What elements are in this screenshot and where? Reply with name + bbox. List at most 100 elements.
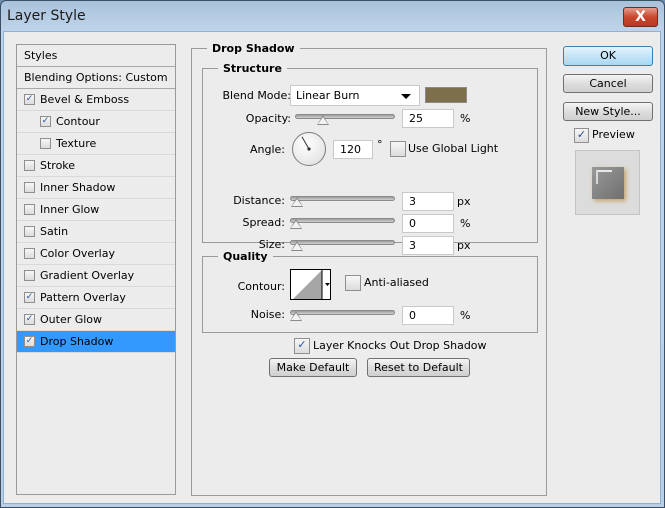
shadow-color-swatch[interactable] bbox=[425, 87, 467, 103]
opacity-label: Opacity: bbox=[245, 112, 291, 125]
quality-group: Quality Contour: Anti-aliased Noise: 0 % bbox=[202, 250, 538, 333]
use-global-light-checkbox[interactable] bbox=[390, 141, 406, 157]
noise-unit: % bbox=[460, 309, 471, 322]
slider-thumb[interactable] bbox=[317, 115, 329, 125]
style-item[interactable]: ✓ Outer Glow bbox=[17, 309, 175, 331]
style-checkbox[interactable] bbox=[24, 182, 35, 193]
dialog-title: Layer Style bbox=[7, 8, 86, 24]
preview-label: Preview bbox=[592, 128, 635, 141]
slider-thumb[interactable] bbox=[290, 311, 302, 321]
size-unit: px bbox=[457, 239, 471, 252]
style-item-label: Drop Shadow bbox=[40, 335, 114, 348]
slider-thumb[interactable] bbox=[291, 197, 304, 207]
size-slider[interactable] bbox=[290, 235, 395, 253]
style-checkbox[interactable] bbox=[24, 204, 35, 215]
distance-label: Distance: bbox=[233, 194, 285, 207]
style-checkbox[interactable]: ✓ bbox=[24, 314, 35, 325]
contour-label: Contour: bbox=[237, 280, 285, 293]
spread-slider[interactable] bbox=[290, 213, 395, 231]
close-icon: X bbox=[635, 9, 646, 25]
anti-aliased-checkbox[interactable] bbox=[345, 275, 361, 291]
contour-picker[interactable] bbox=[290, 269, 331, 300]
noise-slider[interactable] bbox=[290, 305, 395, 323]
angle-input[interactable]: 120 bbox=[333, 140, 373, 159]
spread-input[interactable]: 0 bbox=[402, 214, 454, 233]
style-item[interactable]: Texture bbox=[17, 133, 175, 155]
angle-dial[interactable] bbox=[292, 132, 326, 166]
make-default-button[interactable]: Make Default bbox=[269, 358, 357, 377]
style-item[interactable]: ✓ Bevel & Emboss bbox=[17, 89, 175, 111]
style-item-label: Inner Shadow bbox=[40, 181, 116, 194]
slider-thumb[interactable] bbox=[290, 219, 302, 229]
style-checkbox[interactable] bbox=[24, 248, 35, 259]
styles-header[interactable]: Styles bbox=[17, 45, 175, 67]
opacity-slider[interactable] bbox=[295, 109, 395, 127]
dialog-body: Styles Blending Options: Custom ✓ Bevel &… bbox=[3, 31, 661, 504]
distance-unit: px bbox=[457, 195, 471, 208]
style-item[interactable]: Inner Shadow bbox=[17, 177, 175, 199]
slider-track bbox=[295, 114, 395, 119]
style-checkbox[interactable]: ✓ bbox=[24, 336, 35, 347]
size-input[interactable]: 3 bbox=[402, 236, 454, 255]
style-item-label: Stroke bbox=[40, 159, 76, 172]
styles-header-label: Styles bbox=[24, 49, 58, 62]
style-item-label: Color Overlay bbox=[40, 247, 115, 260]
cancel-button[interactable]: Cancel bbox=[563, 74, 653, 93]
style-item-label: Gradient Overlay bbox=[40, 269, 135, 282]
reset-to-default-button[interactable]: Reset to Default bbox=[367, 358, 470, 377]
style-item-label: Outer Glow bbox=[40, 313, 103, 326]
layer-knocks-out-label: Layer Knocks Out Drop Shadow bbox=[313, 339, 487, 352]
anti-aliased-label: Anti-aliased bbox=[364, 276, 429, 289]
style-checkbox[interactable]: ✓ bbox=[24, 292, 35, 303]
style-item[interactable]: Inner Glow bbox=[17, 199, 175, 221]
style-item[interactable]: Stroke bbox=[17, 155, 175, 177]
distance-input[interactable]: 3 bbox=[402, 192, 454, 211]
style-checkbox[interactable]: ✓ bbox=[40, 116, 51, 127]
blending-options-item[interactable]: Blending Options: Custom bbox=[17, 67, 175, 89]
title-bar[interactable]: Layer Style X bbox=[1, 1, 664, 32]
style-item[interactable]: Gradient Overlay bbox=[17, 265, 175, 287]
styles-list: Styles Blending Options: Custom ✓ Bevel &… bbox=[16, 44, 176, 495]
slider-track bbox=[290, 196, 395, 201]
style-item-label: Pattern Overlay bbox=[40, 291, 126, 304]
noise-label: Noise: bbox=[250, 308, 285, 321]
style-item[interactable]: Satin bbox=[17, 221, 175, 243]
blend-mode-select[interactable]: Linear Burn bbox=[290, 85, 420, 106]
style-item[interactable]: ✓ Drop Shadow bbox=[17, 331, 175, 353]
distance-slider[interactable] bbox=[290, 191, 395, 209]
new-style-button[interactable]: New Style... bbox=[563, 102, 653, 121]
angle-needle-icon bbox=[301, 136, 311, 151]
opacity-input[interactable]: 25 bbox=[402, 109, 454, 128]
chevron-down-icon bbox=[401, 94, 411, 99]
close-button[interactable]: X bbox=[623, 7, 658, 27]
slider-thumb[interactable] bbox=[291, 241, 304, 251]
opacity-unit: % bbox=[460, 112, 471, 125]
preview-checkbox[interactable]: ✓ bbox=[574, 128, 589, 143]
style-checkbox[interactable] bbox=[40, 138, 51, 149]
angle-unit: ° bbox=[377, 138, 383, 151]
style-item[interactable]: ✓ Pattern Overlay bbox=[17, 287, 175, 309]
contour-curve-icon bbox=[293, 270, 330, 299]
layer-style-dialog: Layer Style X Styles Blending Options: C… bbox=[0, 0, 665, 508]
structure-group: Structure Blend Mode: Linear Burn Opacit… bbox=[202, 62, 538, 255]
spread-unit: % bbox=[460, 217, 471, 230]
style-item-label: Bevel & Emboss bbox=[40, 93, 130, 106]
style-item[interactable]: Color Overlay bbox=[17, 243, 175, 265]
angle-label: Angle: bbox=[249, 143, 285, 156]
blending-options-label: Blending Options: Custom bbox=[24, 71, 168, 84]
style-item[interactable]: ✓ Contour bbox=[17, 111, 175, 133]
style-checkbox[interactable] bbox=[24, 270, 35, 281]
style-item-label: Inner Glow bbox=[40, 203, 100, 216]
style-checkbox[interactable]: ✓ bbox=[24, 94, 35, 105]
panel-title: Drop Shadow bbox=[207, 42, 300, 55]
style-item-label: Contour bbox=[56, 115, 100, 128]
ok-button[interactable]: OK bbox=[563, 46, 653, 66]
noise-input[interactable]: 0 bbox=[402, 306, 454, 325]
style-checkbox[interactable] bbox=[24, 160, 35, 171]
layer-knocks-out-checkbox[interactable]: ✓ bbox=[294, 338, 310, 354]
blend-mode-value: Linear Burn bbox=[296, 89, 360, 102]
drop-shadow-panel: Drop Shadow Structure Blend Mode: Linear… bbox=[191, 42, 547, 496]
structure-title: Structure bbox=[218, 62, 287, 75]
use-global-light-label: Use Global Light bbox=[408, 142, 499, 155]
style-checkbox[interactable] bbox=[24, 226, 35, 237]
